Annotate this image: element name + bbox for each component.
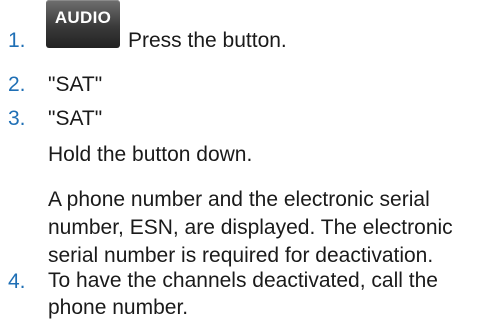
step-number: 2. [8, 73, 26, 96]
step-1: 1. Press the button. [0, 26, 494, 56]
step-number: 3. [8, 107, 26, 130]
step-number: 4. [8, 270, 26, 293]
step-3-note-esn: A phone number and the electronic serial… [48, 188, 453, 267]
step-text: "SAT" [48, 73, 103, 96]
step-3: 3. "SAT" [0, 104, 494, 134]
step-text: "SAT" [48, 107, 103, 130]
step-text: To have the channels deactivated, call t… [48, 269, 438, 319]
step-text: Press the button. [128, 29, 287, 52]
step-number: 1. [8, 29, 26, 52]
step-2: 2. "SAT" [0, 70, 494, 100]
step-3-note-hold: Hold the button down. [48, 143, 253, 166]
step-4: 4. To have the channels deactivated, cal… [0, 267, 494, 323]
